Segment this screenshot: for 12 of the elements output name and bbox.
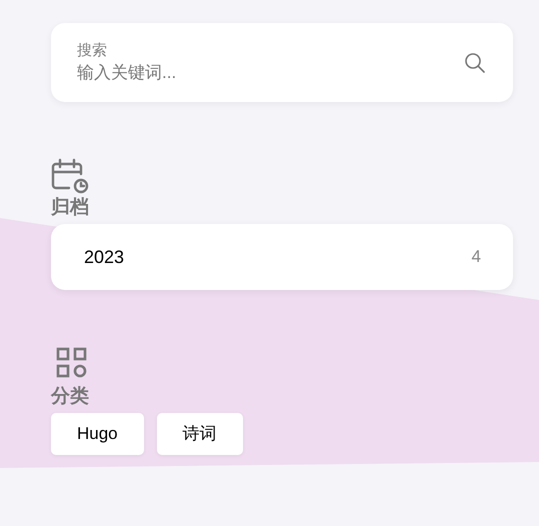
calendar-clock-icon bbox=[51, 158, 89, 194]
archive-year-item[interactable]: 2023 4 bbox=[51, 224, 513, 290]
category-tag[interactable]: Hugo bbox=[51, 413, 144, 455]
category-tag[interactable]: 诗词 bbox=[156, 413, 243, 455]
search-icon[interactable] bbox=[463, 50, 487, 74]
grid-icon bbox=[56, 347, 88, 379]
search-label: 搜索 bbox=[77, 40, 108, 60]
archives-title: 归档 bbox=[51, 196, 90, 220]
archive-count: 4 bbox=[472, 246, 481, 268]
categories-title: 分类 bbox=[51, 385, 90, 409]
archive-year: 2023 bbox=[84, 246, 124, 268]
search-field[interactable]: 输入关键词... bbox=[77, 60, 337, 84]
